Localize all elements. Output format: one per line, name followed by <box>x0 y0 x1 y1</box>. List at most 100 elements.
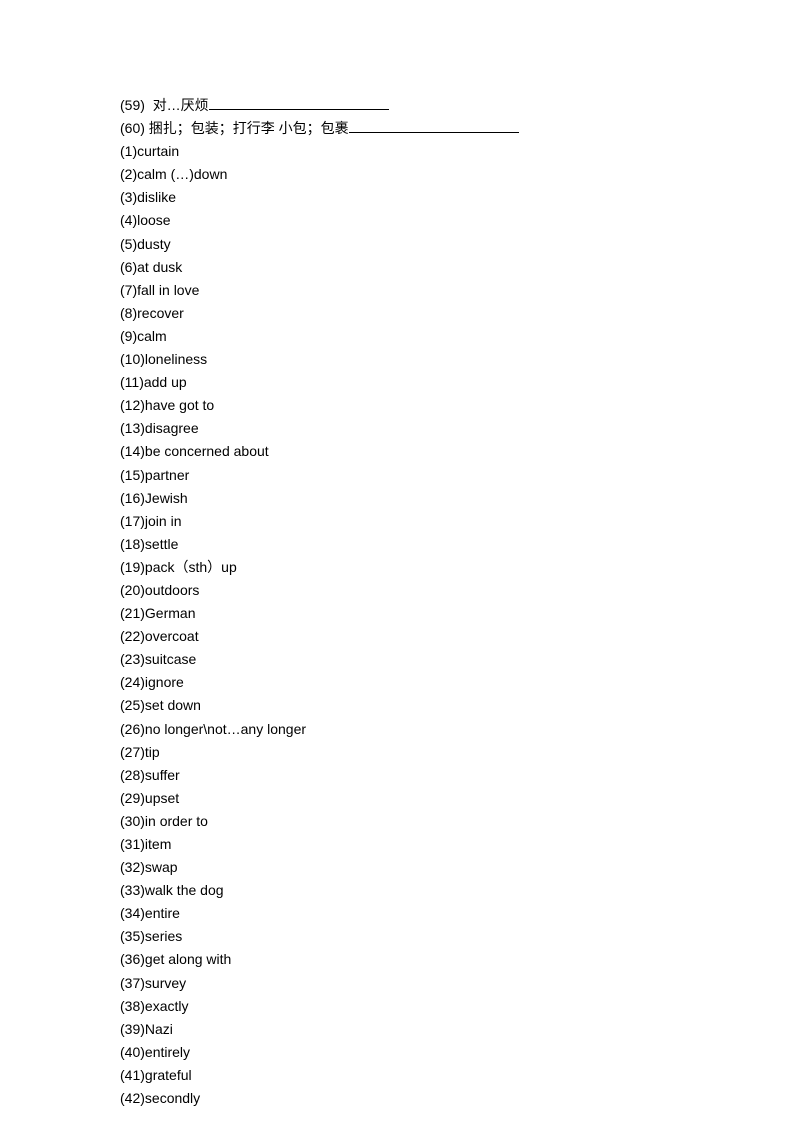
answer-item: (1)curtain <box>120 140 794 163</box>
document-body: (59) 对…厌烦(60) 捆扎；包装；打行李 小包；包裹(1)curtain(… <box>120 94 794 1110</box>
item-text: loose <box>137 212 170 228</box>
item-number: (23) <box>120 651 145 667</box>
answer-item: (42)secondly <box>120 1087 794 1110</box>
item-text: fall in love <box>137 282 199 298</box>
item-number: (21) <box>120 605 145 621</box>
item-number: (19) <box>120 559 145 575</box>
blank-underline <box>349 118 519 133</box>
item-text: series <box>145 928 182 944</box>
item-number: (17) <box>120 513 145 529</box>
item-number: (5) <box>120 236 137 252</box>
answer-item: (13)disagree <box>120 417 794 440</box>
item-number: (25) <box>120 697 145 713</box>
answer-item: (3)dislike <box>120 186 794 209</box>
item-number: (28) <box>120 767 145 783</box>
item-number: (22) <box>120 628 145 644</box>
item-text: walk the dog <box>145 882 224 898</box>
answer-item: (22)overcoat <box>120 625 794 648</box>
answer-item: (27)tip <box>120 741 794 764</box>
answer-item: (28)suffer <box>120 764 794 787</box>
item-text: get along with <box>145 951 231 967</box>
item-text: outdoors <box>145 582 199 598</box>
item-number: (18) <box>120 536 145 552</box>
answer-item: (16)Jewish <box>120 487 794 510</box>
item-text: overcoat <box>145 628 199 644</box>
item-number: (16) <box>120 490 145 506</box>
item-number: (29) <box>120 790 145 806</box>
item-number: (7) <box>120 282 137 298</box>
item-number: (1) <box>120 143 137 159</box>
blank-underline <box>209 95 389 110</box>
item-text: at dusk <box>137 259 182 275</box>
item-text: be concerned about <box>145 443 269 459</box>
item-number: (9) <box>120 328 137 344</box>
item-number: (11) <box>120 374 144 390</box>
answer-item: (5)dusty <box>120 233 794 256</box>
item-text: curtain <box>137 143 179 159</box>
answer-item: (24)ignore <box>120 671 794 694</box>
answer-item: (11)add up <box>120 371 794 394</box>
answer-item: (8)recover <box>120 302 794 325</box>
item-text: grateful <box>145 1067 192 1083</box>
item-text: Nazi <box>145 1021 173 1037</box>
item-number: (31) <box>120 836 145 852</box>
answer-item: (17)join in <box>120 510 794 533</box>
answer-item: (23)suitcase <box>120 648 794 671</box>
answer-item: (33)walk the dog <box>120 879 794 902</box>
item-text: secondly <box>145 1090 200 1106</box>
answer-item: (19)pack（sth）up <box>120 556 794 579</box>
answer-item: (9)calm <box>120 325 794 348</box>
item-text: 捆扎；包装；打行李 小包；包裹 <box>149 120 349 136</box>
item-text: upset <box>145 790 179 806</box>
item-number: (20) <box>120 582 145 598</box>
item-text: set down <box>145 697 201 713</box>
item-text: Jewish <box>145 490 188 506</box>
item-number: (13) <box>120 420 145 436</box>
item-number: (60) <box>120 120 145 136</box>
item-number: (12) <box>120 397 145 413</box>
item-number: (24) <box>120 674 145 690</box>
item-number: (37) <box>120 975 145 991</box>
item-number: (4) <box>120 212 137 228</box>
answer-item: (34)entire <box>120 902 794 925</box>
item-text: calm (…)down <box>137 166 227 182</box>
answer-item: (20)outdoors <box>120 579 794 602</box>
item-text: have got to <box>145 397 214 413</box>
prompt-item: (60) 捆扎；包装；打行李 小包；包裹 <box>120 117 794 140</box>
prompt-item: (59) 对…厌烦 <box>120 94 794 117</box>
item-text: item <box>145 836 171 852</box>
answer-item: (4)loose <box>120 209 794 232</box>
item-number: (26) <box>120 721 145 737</box>
answer-item: (25)set down <box>120 694 794 717</box>
item-text: dusty <box>137 236 170 252</box>
answer-item: (21)German <box>120 602 794 625</box>
item-text: entirely <box>145 1044 190 1060</box>
answer-item: (6)at dusk <box>120 256 794 279</box>
item-text: disagree <box>145 420 199 436</box>
item-text: dislike <box>137 189 176 205</box>
answer-item: (35)series <box>120 925 794 948</box>
item-number: (3) <box>120 189 137 205</box>
item-number: (30) <box>120 813 145 829</box>
item-text: join in <box>145 513 182 529</box>
item-number: (40) <box>120 1044 145 1060</box>
item-number: (15) <box>120 467 145 483</box>
item-text: entire <box>145 905 180 921</box>
answer-item: (10)loneliness <box>120 348 794 371</box>
item-text: partner <box>145 467 189 483</box>
answer-item: (31)item <box>120 833 794 856</box>
answer-item: (30)in order to <box>120 810 794 833</box>
item-number: (32) <box>120 859 145 875</box>
answer-item: (32)swap <box>120 856 794 879</box>
item-text: ignore <box>145 674 184 690</box>
item-text: settle <box>145 536 178 552</box>
item-number: (6) <box>120 259 137 275</box>
item-text: suitcase <box>145 651 196 667</box>
answer-item: (7)fall in love <box>120 279 794 302</box>
answer-item: (12)have got to <box>120 394 794 417</box>
item-number: (59) <box>120 97 145 113</box>
answer-item: (37)survey <box>120 972 794 995</box>
item-number: (34) <box>120 905 145 921</box>
item-number: (33) <box>120 882 145 898</box>
item-number: (8) <box>120 305 137 321</box>
